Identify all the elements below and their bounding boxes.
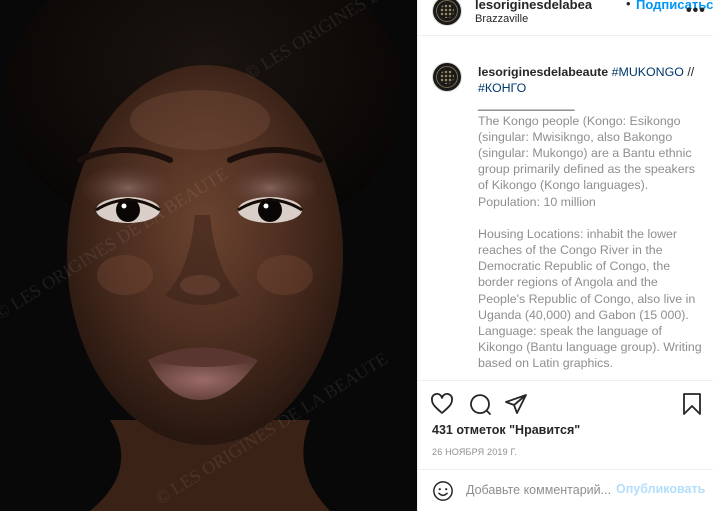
paper-plane-icon[interactable] bbox=[504, 392, 528, 416]
avatar-pattern bbox=[440, 4, 454, 18]
caption-paragraph-1: The Kongo people (Kongo: Esikongo (singu… bbox=[478, 113, 695, 209]
caption-author-avatar[interactable] bbox=[432, 62, 462, 92]
header-separator: • bbox=[626, 0, 631, 11]
post-photo[interactable]: © LES ORIGINES DE LA BEAUTE © LES ORIGIN… bbox=[0, 0, 417, 511]
caption-text: lesoriginesdelabeaute #MUKONGO // #КОНГО… bbox=[478, 64, 704, 372]
post-date[interactable]: 26 НОЯБРЯ 2019 Г. bbox=[432, 447, 517, 457]
post-location[interactable]: Brazzaville bbox=[475, 13, 528, 25]
comment-input[interactable] bbox=[466, 480, 612, 500]
author-username[interactable]: lesoriginesdelabea bbox=[475, 0, 592, 12]
more-options-icon[interactable]: ••• bbox=[686, 2, 706, 20]
hashtag-kongo[interactable]: #КОНГО bbox=[478, 81, 526, 95]
post-header: lesoriginesdelabea • Подписаться Brazzav… bbox=[418, 0, 713, 36]
comment-bar: Опубликовать bbox=[418, 469, 713, 511]
comment-icon[interactable] bbox=[468, 392, 492, 416]
likes-count[interactable]: 431 отметок "Нравится" bbox=[432, 423, 580, 437]
emoji-icon[interactable] bbox=[432, 480, 454, 507]
caption-rule: ______________ bbox=[478, 97, 575, 112]
bookmark-icon[interactable] bbox=[680, 392, 704, 416]
caption-author[interactable]: lesoriginesdelabeaute bbox=[478, 65, 608, 79]
caption-slash: // bbox=[683, 65, 695, 79]
caption-paragraph-2: Housing Locations: inhabit the lower rea… bbox=[478, 226, 702, 371]
heart-icon[interactable] bbox=[430, 392, 454, 416]
publish-button[interactable]: Опубликовать bbox=[616, 482, 705, 496]
portrait-image: © LES ORIGINES DE LA BEAUTE © LES ORIGIN… bbox=[0, 0, 417, 511]
avatar-pattern bbox=[440, 70, 454, 84]
author-avatar[interactable] bbox=[432, 0, 462, 26]
post-actions: 431 отметок "Нравится" 26 НОЯБРЯ 2019 Г.… bbox=[418, 380, 713, 510]
hashtag-mukongo[interactable]: #MUKONGO bbox=[612, 65, 684, 79]
post-side-panel: lesoriginesdelabea • Подписаться Brazzav… bbox=[417, 0, 713, 511]
